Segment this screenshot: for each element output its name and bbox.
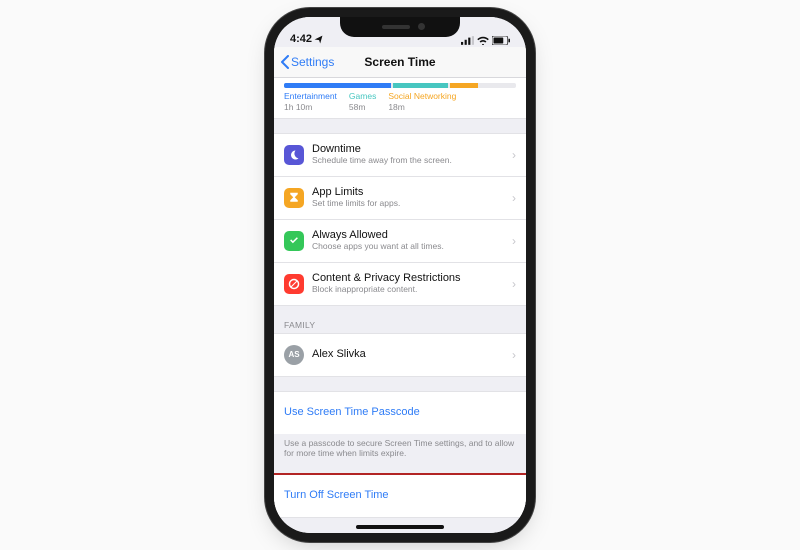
category-label: Games xyxy=(349,92,376,101)
option-row-app-limits[interactable]: App LimitsSet time limits for apps. › xyxy=(274,176,526,219)
option-row-downtime[interactable]: DowntimeSchedule time away from the scre… xyxy=(274,133,526,176)
option-subtitle: Block inappropriate content. xyxy=(312,285,508,295)
turn-off-screen-time-row[interactable]: Turn Off Screen Time xyxy=(274,473,526,518)
usage-segment xyxy=(393,83,449,88)
family-group: FAMILY AS Alex Slivka › xyxy=(274,320,526,377)
category-value: 1h 10m xyxy=(284,102,337,112)
option-title: App Limits xyxy=(312,186,508,199)
chevron-right-icon: › xyxy=(512,348,516,362)
location-icon xyxy=(314,35,323,44)
use-passcode-label: Use Screen Time Passcode xyxy=(284,406,516,419)
option-title: Content & Privacy Restrictions xyxy=(312,272,508,285)
chevron-right-icon: › xyxy=(512,277,516,291)
chevron-right-icon: › xyxy=(512,148,516,162)
back-button[interactable]: Settings xyxy=(280,55,334,69)
moon-icon xyxy=(284,145,304,165)
option-subtitle: Set time limits for apps. xyxy=(312,199,508,209)
category-value: 58m xyxy=(349,102,376,112)
check-icon xyxy=(284,231,304,251)
turn-off-label: Turn Off Screen Time xyxy=(284,489,516,502)
chevron-right-icon: › xyxy=(512,191,516,205)
family-member-row[interactable]: AS Alex Slivka › xyxy=(274,333,526,377)
hourglass-icon xyxy=(284,188,304,208)
status-time: 4:42 xyxy=(290,33,312,45)
nosign-icon xyxy=(284,274,304,294)
page-title: Screen Time xyxy=(364,55,435,69)
chevron-back-icon xyxy=(280,55,290,69)
passcode-caption: Use a passcode to secure Screen Time set… xyxy=(274,434,526,459)
iphone-frame: 4:42 Settings Screen Time xyxy=(274,17,526,533)
category-value: 18m xyxy=(388,102,456,112)
use-passcode-row[interactable]: Use Screen Time Passcode xyxy=(274,391,526,434)
passcode-group: Use Screen Time Passcode Use a passcode … xyxy=(274,391,526,459)
option-row-content-privacy-restrictions[interactable]: Content & Privacy RestrictionsBlock inap… xyxy=(274,262,526,306)
turn-off-group: Turn Off Screen Time xyxy=(274,473,526,518)
wifi-icon xyxy=(477,36,489,45)
avatar: AS xyxy=(284,345,304,365)
option-subtitle: Schedule time away from the screen. xyxy=(312,156,508,166)
usage-category: Games58m xyxy=(349,92,376,112)
screen: 4:42 Settings Screen Time xyxy=(274,17,526,533)
option-row-always-allowed[interactable]: Always AllowedChoose apps you want at al… xyxy=(274,219,526,262)
home-indicator[interactable] xyxy=(356,525,444,529)
option-title: Downtime xyxy=(312,143,508,156)
content-scroll[interactable]: Entertainment1h 10m Games58m Social Networ… xyxy=(274,78,526,533)
notch xyxy=(340,17,460,37)
option-title: Always Allowed xyxy=(312,229,508,242)
cell-signal-icon xyxy=(461,36,474,45)
navigation-bar: Settings Screen Time xyxy=(274,47,526,78)
family-member-name: Alex Slivka xyxy=(312,348,508,361)
usage-segment xyxy=(284,83,391,88)
battery-icon xyxy=(492,36,510,45)
option-subtitle: Choose apps you want at all times. xyxy=(312,242,508,252)
back-label: Settings xyxy=(291,55,334,69)
usage-segment xyxy=(450,83,478,88)
usage-bar xyxy=(284,83,516,88)
usage-summary[interactable]: Entertainment1h 10m Games58m Social Networ… xyxy=(274,78,526,119)
family-header: FAMILY xyxy=(274,320,526,333)
category-label: Social Networking xyxy=(388,92,456,101)
usage-category: Social Networking18m xyxy=(388,92,456,112)
category-label: Entertainment xyxy=(284,92,337,101)
options-group: DowntimeSchedule time away from the scre… xyxy=(274,133,526,306)
usage-category: Entertainment1h 10m xyxy=(284,92,337,112)
usage-categories: Entertainment1h 10m Games58m Social Networ… xyxy=(284,92,516,112)
chevron-right-icon: › xyxy=(512,234,516,248)
